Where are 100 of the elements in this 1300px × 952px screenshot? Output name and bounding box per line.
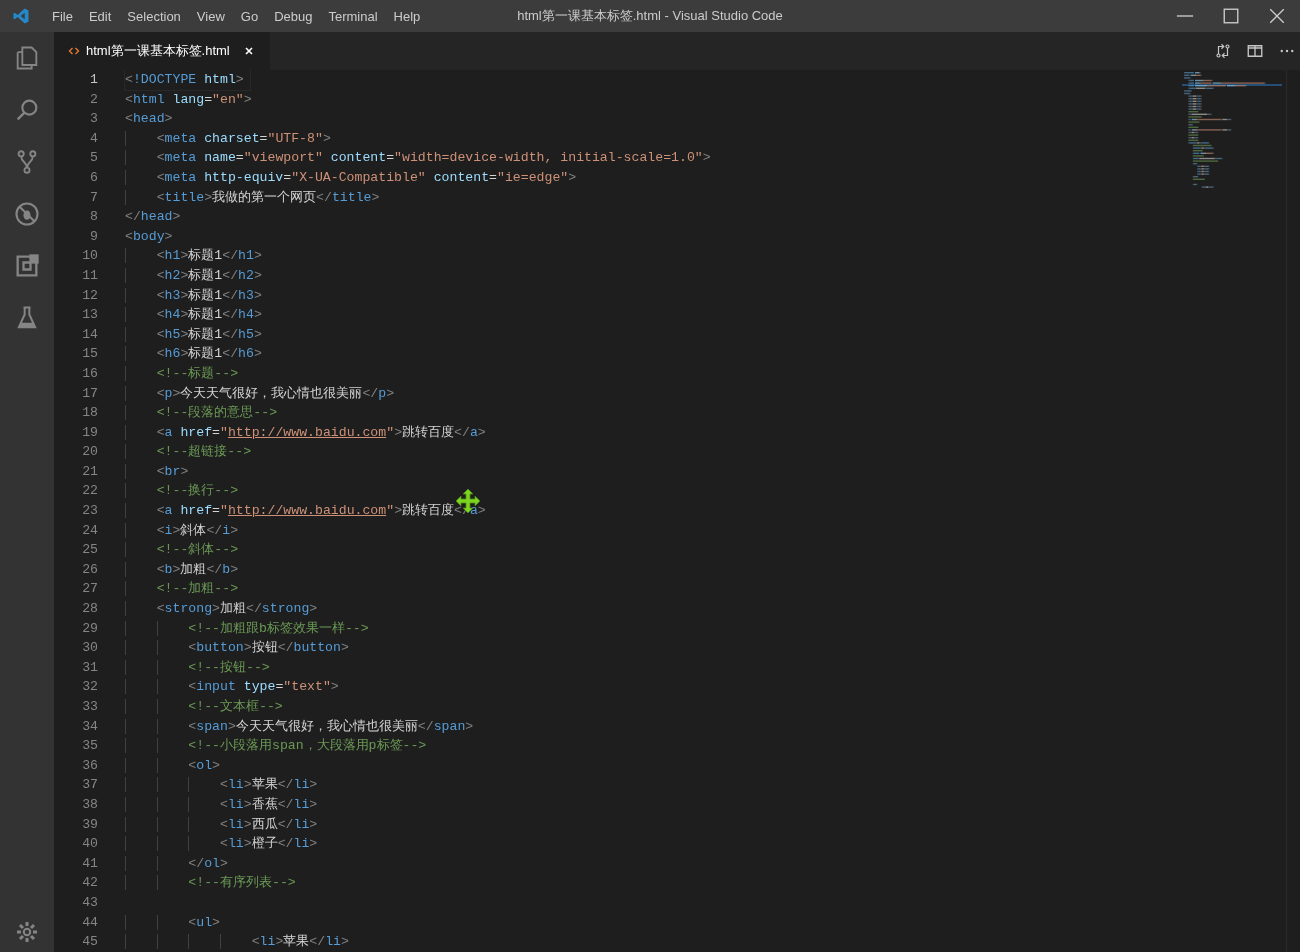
line-number: 40 [81,835,99,854]
menu-item[interactable]: View [188,8,233,24]
line-number: 35 [81,737,99,756]
code-line: <li>苹果</li> [125,775,324,795]
code-line: <p>今天天气很好，我心情也很美丽</p> [125,383,401,404]
line-number: 29 [81,619,99,638]
line-number: 9 [89,227,99,246]
line-number: 19 [81,423,99,442]
menu-item[interactable]: Help [385,8,429,24]
menu-item[interactable]: Selection [119,8,189,24]
line-number: 18 [81,404,99,423]
code-line: <!--换行--> [125,481,245,502]
code-line: <!--文本框--> [125,697,289,717]
code-line: <!--超链接--> [125,442,258,462]
line-number: 11 [81,266,99,285]
line-number: 44 [81,913,99,932]
line-number: 27 [81,580,99,599]
line-number: 32 [81,678,99,697]
code-line: <br> [125,461,195,482]
file-tab[interactable]: html第一课基本标签.html [54,32,270,70]
line-number: 37 [81,776,99,795]
code-line: <h3>标题1</h3> [125,285,268,306]
code-line: <!--段落的意思--> [125,403,284,423]
line-number: 20 [81,443,99,462]
code-line: <html lang="en"> [125,90,253,109]
code-file-icon [68,45,80,57]
line-number: 12 [81,286,99,305]
line-number: 45 [81,933,99,952]
line-number: 34 [81,717,99,736]
line-number: 1 [89,71,99,89]
line-number: 23 [81,502,99,521]
line-number: 14 [81,325,99,344]
code-line: <!--小段落用span，大段落用p标签--> [125,736,433,756]
split-editor-icon[interactable] [1246,42,1264,60]
menu-item[interactable]: File [44,8,81,24]
line-number: 5 [89,149,99,168]
code-line: <!--有序列表--> [125,873,302,893]
menu-item[interactable]: Debug [266,8,321,24]
code-line: <span>今天天气很好，我心情也很美丽</span> [125,716,480,737]
line-number: 26 [81,560,99,579]
menu-item[interactable]: Edit [80,8,120,24]
code-line: </head> [125,208,182,227]
code-line: <!--按钮--> [125,657,276,678]
line-number: 8 [89,208,99,227]
no-bug-icon[interactable] [13,200,41,228]
line-number: 41 [81,854,99,873]
code-line: <input type="text"> [125,677,345,697]
line-number: 24 [81,521,99,540]
line-number: 31 [81,658,99,677]
line-number: 4 [89,129,99,148]
line-number: 7 [89,188,99,207]
line-number: 42 [81,874,99,893]
code-line: <h1>标题1</h1> [125,246,268,266]
code-line: <!--标题--> [125,363,245,384]
code-line: <li>香蕉</li> [125,794,324,815]
code-line: <!--加粗--> [125,579,245,600]
menu-item[interactable]: Go [232,8,267,24]
line-number: 36 [81,756,99,775]
code-line: <!--加粗跟b标签效果一样--> [125,618,375,639]
line-number: 3 [89,110,99,129]
code-line: <ol> [125,755,226,776]
code-line: <title>我做的第一个网页</title> [125,187,386,208]
line-number: 43 [81,893,99,912]
code-line: <b>加粗</b> [125,559,245,580]
code-line: <body> [125,227,174,246]
settings-icon[interactable] [15,920,39,944]
compare-changes-icon[interactable] [1214,42,1232,60]
line-number: 13 [81,306,99,325]
line-number: 6 [89,168,99,187]
code-line: <i>斜体</i> [125,520,245,541]
code-line: <a href="http://www.baidu.com">跳转百度</a> [125,422,492,443]
line-number: 15 [81,345,99,364]
code-line: <li>橙子</li> [125,834,324,854]
line-number: 28 [81,600,99,619]
line-number: 38 [81,795,99,814]
app-logo-icon [12,7,30,25]
code-line: <ul> [125,912,226,933]
code-line: <li>西瓜</li> [125,814,324,835]
code-line: <h2>标题1</h2> [125,265,268,286]
line-number: 30 [81,639,99,658]
line-number: 21 [81,462,99,481]
line-number: 10 [81,247,99,266]
code-line: <meta http-equiv="X-UA-Compatible" content="ie=edge"> [125,167,583,188]
code-line: <meta name="viewport" content="width=device-width, initial-scale=1.0"> [125,148,717,168]
minimap-drawing[interactable] [1182,70,1282,190]
code-line: <button>按钮</button> [125,638,355,658]
code-line: <!DOCTYPE html> [125,70,250,90]
code-line: </ol> [125,853,234,874]
line-number: 17 [81,384,99,403]
line-number: 39 [81,815,99,834]
code-line: <meta charset="UTF-8"> [125,128,337,149]
line-number: 25 [81,541,99,560]
code-line: <h5>标题1</h5> [125,324,268,345]
code-line: <!--斜体--> [125,540,245,560]
menu-item[interactable]: Terminal [320,8,386,24]
code-line: <strong>加粗</strong> [125,599,324,619]
line-number: 22 [81,482,99,501]
line-number: 33 [81,698,99,716]
window-title: html第一课基本标签.html - Visual Studio Code [517,8,783,23]
code-line: <h4>标题1</h4> [125,305,268,325]
